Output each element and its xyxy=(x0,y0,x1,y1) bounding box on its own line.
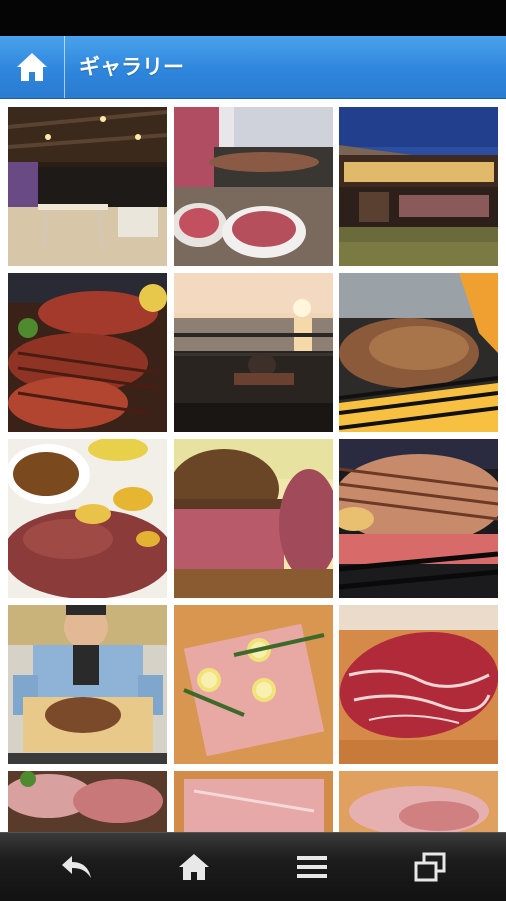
bottom-nav-bar xyxy=(0,832,506,901)
gallery-item-raw-meat-with-lemon[interactable] xyxy=(174,605,333,764)
gallery-item-sunset-over-sea[interactable] xyxy=(174,273,333,432)
back-icon xyxy=(62,856,91,878)
gallery-item-chef-holding-steak[interactable] xyxy=(8,605,167,764)
header-home-button[interactable] xyxy=(0,36,65,98)
gallery-item-outdoor-terrace-dining[interactable] xyxy=(8,107,167,266)
menu-icon xyxy=(297,856,327,878)
gallery-item-raw-meat-partial[interactable] xyxy=(8,771,167,832)
gallery-item-grilling-meat-plates[interactable] xyxy=(174,107,333,266)
gallery-item-steak-cross-section[interactable] xyxy=(174,439,333,598)
gallery-item-steak-on-grill-closeup[interactable] xyxy=(339,439,498,598)
menu-button[interactable] xyxy=(272,833,352,901)
gallery-item-raw-meat-on-board-partial[interactable] xyxy=(174,771,333,832)
windows-icon xyxy=(414,852,446,882)
gallery-item-marbled-raw-steak[interactable] xyxy=(339,605,498,764)
windows-button[interactable] xyxy=(390,833,470,901)
gallery-item-steaks-on-grill[interactable] xyxy=(8,273,167,432)
home-icon xyxy=(179,854,209,880)
app-header: ギャラリー xyxy=(0,36,506,99)
home-nav-button[interactable] xyxy=(154,833,234,901)
gallery-item-building-at-dusk[interactable] xyxy=(339,107,498,266)
gallery-grid xyxy=(0,99,506,832)
gallery-item-raw-meat-partial-2[interactable] xyxy=(339,771,498,832)
back-button[interactable] xyxy=(37,833,117,901)
home-icon xyxy=(17,53,47,81)
gallery-item-steaks-flame-grill[interactable] xyxy=(339,273,498,432)
gallery-item-sliced-steak-with-sauce[interactable] xyxy=(8,439,167,598)
page-title: ギャラリー xyxy=(79,55,184,79)
status-bar xyxy=(0,0,506,36)
